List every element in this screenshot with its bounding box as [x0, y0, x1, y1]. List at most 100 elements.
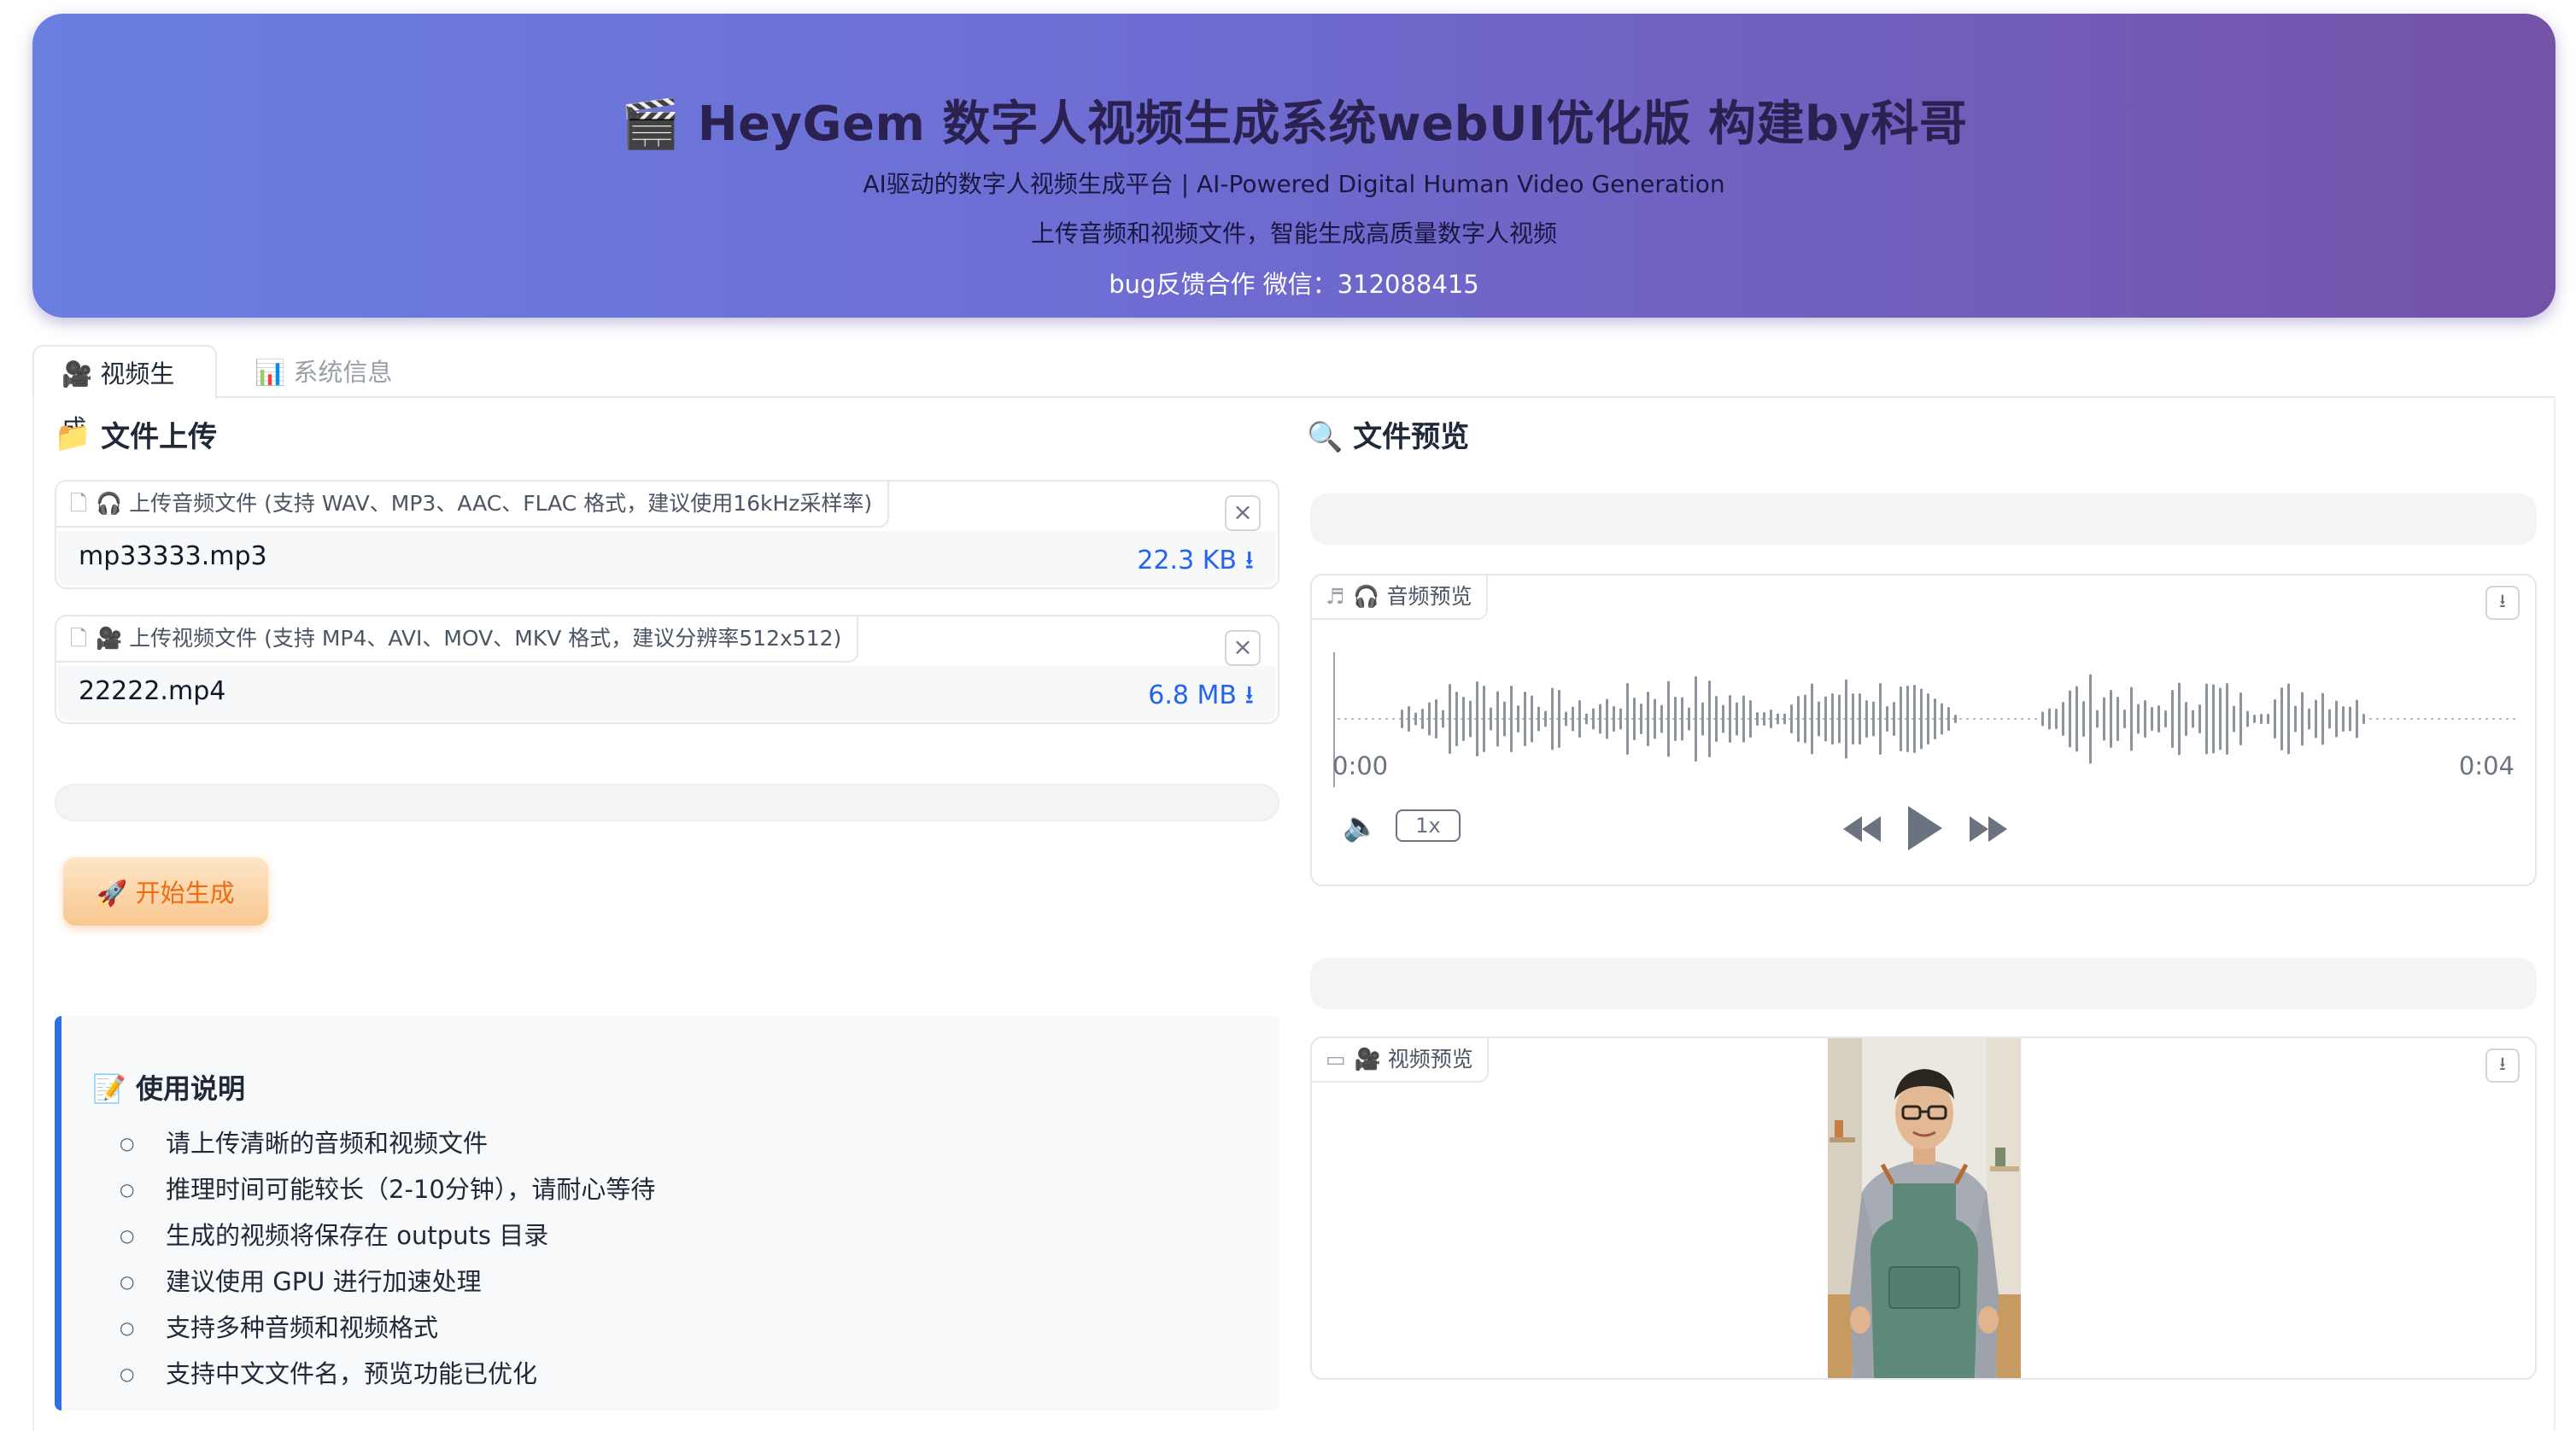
tab-system-info[interactable]: 📊 系统信息	[227, 345, 419, 400]
volume-icon[interactable]: 🔈	[1343, 809, 1379, 844]
waveform-bar	[1660, 704, 1663, 733]
rewind-icon[interactable]	[1841, 815, 1882, 844]
waveform-bar	[2089, 674, 2092, 764]
waveform-bar	[1865, 700, 1868, 738]
list-item: 请上传清晰的音频和视频文件	[120, 1120, 655, 1166]
tab-bar: 🎥 视频生成 📊 系统信息	[32, 345, 2556, 443]
waveform-bar	[1517, 705, 1519, 733]
waveform-bar	[2198, 704, 2201, 733]
waveform-bar	[1838, 694, 1841, 744]
waveform-bar	[2130, 686, 2133, 751]
waveform-bar	[2137, 704, 2140, 734]
waveform-bar	[2048, 708, 2051, 730]
header-subtitle: AI驱动的数字人视频生成平台 | AI-Powered Digital Huma…	[863, 170, 1725, 198]
waveform-bar	[1688, 707, 1690, 731]
waveform-bar	[1927, 693, 1929, 745]
file-icon: 🗋	[70, 626, 88, 651]
waveform-bar	[2192, 710, 2194, 728]
waveform-bar	[1756, 712, 1759, 726]
waveform-bar	[1954, 715, 1957, 723]
waveform-bar	[2233, 705, 2235, 733]
waveform-bar	[2342, 706, 2345, 732]
waveform-bar	[2219, 687, 2222, 751]
waveform-bar	[1749, 700, 1752, 738]
waveform-bar	[1736, 702, 1738, 736]
video-upload-box[interactable]: 🗋 🎥 上传视频文件 (支持 MP4、AVI、MOV、MKV 格式，建议分辨率51…	[55, 615, 1279, 724]
waveform-bar	[1920, 688, 1923, 750]
waveform-bar	[1421, 709, 1424, 729]
video-preview-player[interactable]: ▭ 🎥 视频预览 ⭳	[1310, 1037, 2537, 1380]
video-frame[interactable]	[1828, 1038, 2021, 1378]
waveform-bar	[2274, 699, 2276, 739]
audio-download-link[interactable]: 22.3 KB ⭳	[1137, 541, 1254, 585]
status-bar	[55, 784, 1279, 821]
waveform-bar	[2055, 709, 2058, 729]
tab-video-generation[interactable]: 🎥 视频生成	[32, 345, 217, 443]
waveform-bar	[1859, 693, 1861, 745]
waveform-bar	[2075, 686, 2078, 752]
waveform-bar	[2205, 683, 2208, 755]
waveform-bar	[2103, 697, 2105, 741]
fast-forward-icon[interactable]	[1968, 815, 2009, 844]
waveform-bar	[2315, 699, 2317, 739]
waveform-bar	[2260, 714, 2263, 724]
waveform-bar	[1941, 703, 1943, 735]
time-start: 0:00	[1332, 751, 1389, 780]
play-icon[interactable]	[1906, 804, 1944, 852]
video-clear-button[interactable]: ×	[1225, 630, 1261, 666]
usage-title: 📝 使用说明	[92, 1072, 245, 1105]
person-illustration	[1828, 1038, 2021, 1378]
audio-clear-button[interactable]: ×	[1225, 495, 1261, 531]
waveform-bar	[1681, 697, 1683, 741]
waveform-bar	[1408, 706, 1410, 732]
waveform-bar	[2116, 697, 2119, 741]
waveform-bar	[1613, 706, 1615, 732]
waveform-bar	[1872, 701, 1875, 737]
waveform-bar	[1558, 690, 1560, 748]
audio-download-button[interactable]: ⭳	[2485, 586, 2520, 620]
waveform-bar	[1818, 701, 1820, 737]
waveform-bar	[2062, 702, 2064, 736]
waveform-bar	[2171, 690, 2174, 748]
start-generate-button[interactable]: 🚀 开始生成	[63, 857, 268, 926]
audio-status-bar	[1310, 494, 2537, 545]
file-icon: 🗋	[70, 491, 88, 516]
video-download-link[interactable]: 6.8 MB ⭳	[1148, 676, 1254, 720]
upload-section-title: 📁 文件上传	[55, 420, 218, 454]
waveform-bar	[2226, 683, 2228, 755]
waveform-bar	[2239, 692, 2242, 745]
waveform-bar	[2096, 710, 2099, 728]
audio-upload-box[interactable]: 🗋 🎧 上传音频文件 (支持 WAV、MP3、AAC、FLAC 格式，建议使用16…	[55, 480, 1279, 589]
waveform-bar	[2335, 700, 2338, 738]
waveform-bar	[1619, 708, 1622, 730]
waveform-bar	[1469, 700, 1472, 738]
audio-preview-player: ♬ 🎧 音频预览 ⭳ 0:00 0:04 🔈 1x	[1310, 574, 2537, 886]
list-item: 支持多种音频和视频格式	[120, 1305, 655, 1351]
waveform-bar	[2328, 709, 2331, 729]
waveform-bar	[1797, 696, 1800, 742]
waveform-bar	[2267, 714, 2269, 724]
list-item: 推理时间可能较长（2-10分钟），请耐心等待	[120, 1166, 655, 1212]
waveform-bar	[1531, 695, 1533, 743]
waveform-bar	[1900, 686, 1902, 751]
waveform-bar	[1701, 702, 1704, 736]
waveform-bar	[1763, 712, 1765, 726]
waveform-bar	[2301, 692, 2304, 746]
waveform-bar	[2151, 707, 2153, 731]
usage-instructions: 📝 使用说明 请上传清晰的音频和视频文件 推理时间可能较长（2-10分钟），请耐…	[55, 1016, 1279, 1411]
waveform-bar	[2321, 692, 2324, 745]
waveform-bar	[1414, 712, 1417, 726]
list-item: 生成的视频将保存在 outputs 目录	[120, 1212, 655, 1259]
header-description: 上传音频和视频文件，智能生成高质量数字人视频	[1030, 219, 1557, 248]
waveform-bar	[1647, 692, 1649, 746]
waveform-bar	[1537, 706, 1540, 732]
waveform-bar	[2110, 690, 2112, 748]
waveform-bar	[1845, 679, 1847, 759]
audio-waveform[interactable]	[1332, 635, 2520, 797]
waveform-bar	[2164, 710, 2167, 727]
playback-speed-button[interactable]: 1x	[1396, 809, 1461, 842]
waveform-bar	[2041, 711, 2044, 727]
video-download-button[interactable]: ⭳	[2485, 1048, 2520, 1083]
waveform-bar	[1462, 697, 1465, 741]
waveform-bar	[1490, 707, 1492, 731]
